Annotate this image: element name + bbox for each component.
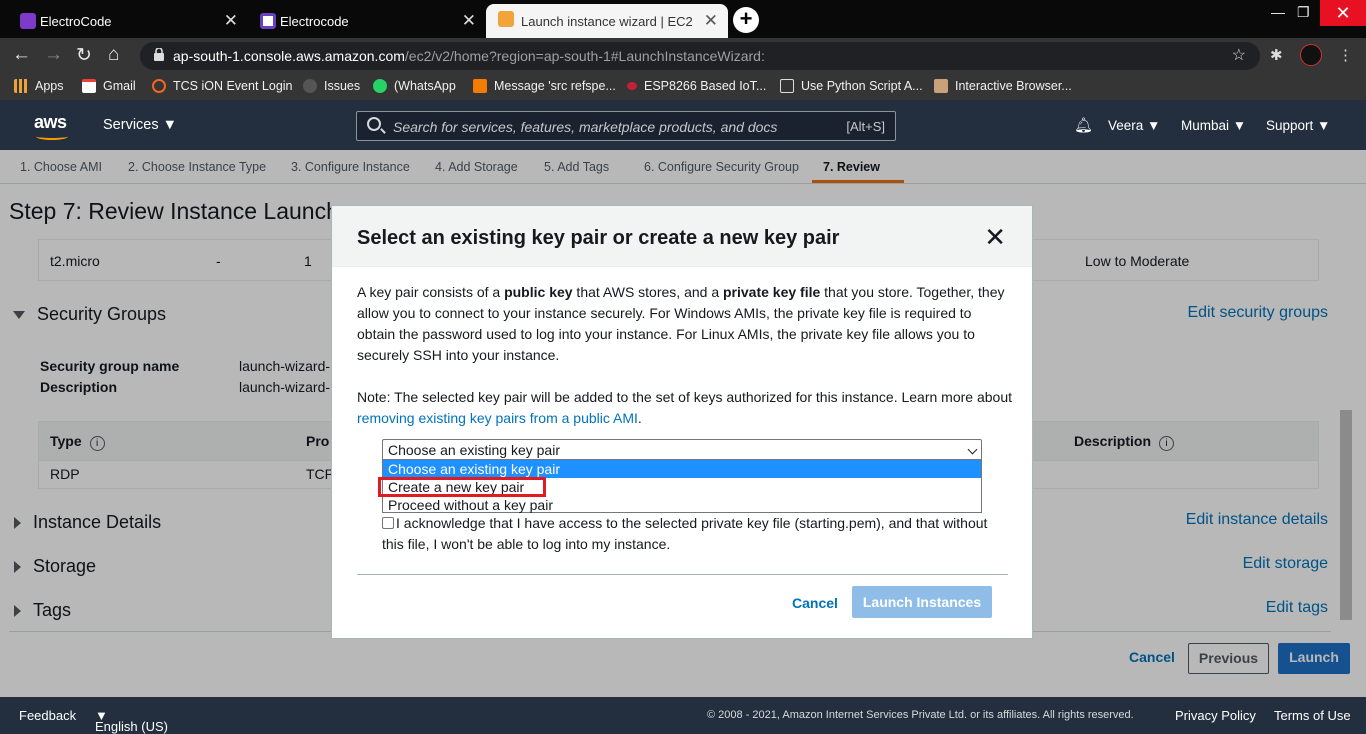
bookmark-issues[interactable]: Issues xyxy=(303,79,360,93)
aws-smile-icon xyxy=(36,133,68,140)
privacy-policy-link[interactable]: Privacy Policy xyxy=(1175,708,1256,723)
bookmark-interactive[interactable]: Interactive Browser... xyxy=(934,79,1072,93)
modal-title: Select an existing key pair or create a … xyxy=(357,227,840,249)
electrocode-favicon-icon xyxy=(20,13,36,29)
bookmarks-bar: Apps Gmail TCS iON Event Login Issues (W… xyxy=(0,74,1366,100)
region-menu[interactable]: Mumbai ▼ xyxy=(1181,118,1246,133)
tab-title: Electrocode xyxy=(280,13,349,29)
bookmark-esp8266[interactable]: ESP8266 Based IoT... xyxy=(627,79,766,93)
aws-console-header: aws Services ▼ Search for services, feat… xyxy=(0,100,1366,150)
address-bar[interactable]: ap-south-1.console.aws.amazon.com/ec2/v2… xyxy=(140,42,1260,70)
browser-tab[interactable]: ElectroCode ✕ xyxy=(0,6,248,36)
apps-grid-icon xyxy=(14,79,28,93)
user-menu[interactable]: Veera ▼ xyxy=(1108,118,1160,133)
bookmark-apps[interactable]: Apps xyxy=(14,79,64,93)
terms-of-use-link[interactable]: Terms of Use xyxy=(1274,708,1351,723)
new-tab-button[interactable]: + xyxy=(733,7,759,33)
window-close-button[interactable]: ✕ xyxy=(1320,0,1366,26)
whatsapp-icon xyxy=(373,79,387,93)
forward-arrow-icon[interactable]: → xyxy=(44,44,63,66)
close-icon[interactable]: ✕ xyxy=(462,11,476,31)
close-icon[interactable]: ✕ xyxy=(984,224,1006,250)
github-icon xyxy=(303,79,317,93)
services-menu[interactable]: Services ▼ xyxy=(103,117,177,133)
extensions-puzzle-icon[interactable]: ✱ xyxy=(1270,46,1283,64)
modal-cancel-button[interactable]: Cancel xyxy=(792,595,838,611)
maximize-icon[interactable]: ❐ xyxy=(1297,4,1310,21)
bookmark-star-icon[interactable]: ☆ xyxy=(1232,45,1246,65)
lock-icon xyxy=(154,48,164,61)
copyright-text: © 2008 - 2021, Amazon Internet Services … xyxy=(707,709,1134,721)
aws-logo[interactable]: aws xyxy=(34,112,68,140)
close-icon[interactable]: ✕ xyxy=(224,11,238,31)
bookmark-icon xyxy=(934,79,948,93)
aws-favicon-icon xyxy=(498,11,514,27)
search-shortcut: [Alt+S] xyxy=(846,119,885,134)
aws-footer: Feedback English (US) ▼ © 2008 - 2021, A… xyxy=(0,697,1366,734)
minimize-icon[interactable]: — xyxy=(1271,4,1285,20)
terminal-icon xyxy=(780,79,794,93)
bookmark-python[interactable]: Use Python Script A... xyxy=(780,79,923,93)
key-pair-description: A key pair consists of a public key that… xyxy=(357,284,1005,363)
browser-tab[interactable]: Electrocode ✕ xyxy=(240,6,486,36)
profile-avatar[interactable] xyxy=(1300,44,1322,66)
acknowledge-checkbox-row[interactable]: I acknowledge that I have access to the … xyxy=(382,513,1002,555)
bookmark-icon xyxy=(473,79,487,93)
feedback-link[interactable]: Feedback xyxy=(19,708,76,723)
highlight-annotation xyxy=(378,477,546,497)
bookmark-message[interactable]: Message 'src refspe... xyxy=(473,79,616,93)
option-proceed-without[interactable]: Proceed without a key pair xyxy=(383,496,981,514)
search-icon xyxy=(367,117,381,131)
launch-instances-button[interactable]: Launch Instances xyxy=(852,586,992,618)
electrocode-favicon-icon xyxy=(260,13,276,29)
home-icon[interactable]: ⌂ xyxy=(108,44,119,66)
back-arrow-icon[interactable]: ← xyxy=(12,44,31,66)
divider xyxy=(357,574,1008,575)
removing-key-pairs-link[interactable]: removing existing key pairs from a publi… xyxy=(357,410,638,426)
close-icon[interactable]: ✕ xyxy=(704,11,718,31)
caret-down-icon: ▼ xyxy=(162,117,177,133)
browser-tab-strip: ElectroCode ✕ Electrocode ✕ Launch insta… xyxy=(0,0,1366,38)
url-text: ap-south-1.console.aws.amazon.com/ec2/v2… xyxy=(173,48,765,64)
browser-tab-active[interactable]: Launch instance wizard | EC2 Man ✕ xyxy=(486,4,728,38)
acknowledge-text: I acknowledge that I have access to the … xyxy=(382,515,988,552)
key-pair-modal: Select an existing key pair or create a … xyxy=(331,205,1033,639)
bookmark-tcs[interactable]: TCS iON Event Login xyxy=(152,79,293,93)
bookmark-gmail[interactable]: Gmail xyxy=(82,79,136,93)
bookmark-icon xyxy=(627,82,637,90)
key-pair-note: Note: The selected key pair will be adde… xyxy=(357,389,1013,426)
menu-kebab-icon[interactable]: ⋮ xyxy=(1338,46,1353,64)
gmail-icon xyxy=(82,79,96,93)
tab-title: Launch instance wizard | EC2 Man xyxy=(521,13,696,29)
browser-toolbar: ← → ↻ ⌂ ap-south-1.console.aws.amazon.co… xyxy=(0,38,1366,74)
aws-search-bar[interactable]: Search for services, features, marketpla… xyxy=(356,111,896,141)
modal-header: Select an existing key pair or create a … xyxy=(332,206,1032,267)
chevron-down-icon xyxy=(967,444,978,455)
acknowledge-checkbox[interactable] xyxy=(382,517,394,529)
tab-title: ElectroCode xyxy=(40,13,112,29)
support-menu[interactable]: Support ▼ xyxy=(1266,118,1330,133)
language-selector[interactable]: English (US) ▼ xyxy=(95,708,168,734)
bookmark-whatsapp[interactable]: (WhatsApp xyxy=(373,79,456,93)
key-pair-select[interactable]: Choose an existing key pair xyxy=(382,439,982,461)
reload-icon[interactable]: ↻ xyxy=(76,44,92,67)
bell-icon[interactable]: 🔔︎ xyxy=(1074,116,1093,134)
option-choose-existing[interactable]: Choose an existing key pair xyxy=(383,460,981,478)
tcs-icon xyxy=(152,79,166,93)
search-placeholder: Search for services, features, marketpla… xyxy=(393,119,778,135)
